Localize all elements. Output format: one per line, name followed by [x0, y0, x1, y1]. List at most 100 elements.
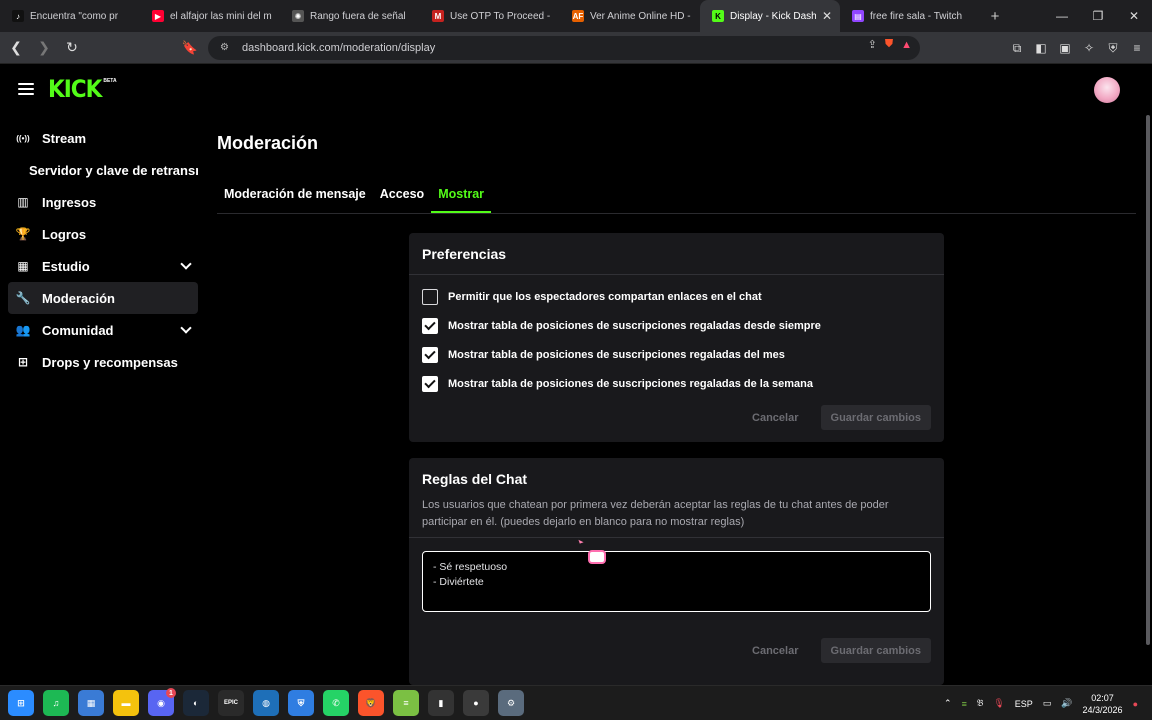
forward-icon[interactable]: ❯: [32, 36, 56, 60]
volume-icon[interactable]: 🔊: [1061, 698, 1072, 709]
tab-search-icon[interactable]: ⧉: [1008, 36, 1026, 60]
notification-badge: 1: [166, 688, 176, 698]
whatsapp-icon[interactable]: ✆: [323, 690, 349, 716]
restore-icon[interactable]: ❐: [1080, 0, 1116, 32]
page-scrollbar[interactable]: [1144, 113, 1152, 653]
file-explorer-icon[interactable]: ▬: [113, 690, 139, 716]
gmail-icon: M: [432, 10, 444, 22]
bluestacks-icon[interactable]: ≡: [393, 690, 419, 716]
browser-tab[interactable]: K Display - Kick Dash ✕: [700, 0, 840, 32]
chat-rules-textarea[interactable]: - Sé respetuoso - Diviértete: [422, 551, 931, 612]
browser-tab[interactable]: ✺ Rango fuera de señal: [280, 0, 420, 32]
epic-games-icon[interactable]: EPIC: [218, 690, 244, 716]
browser-tab[interactable]: M Use OTP To Proceed - b: [420, 0, 560, 32]
address-bar-actions: ⇪ ⛊ ▲: [868, 38, 912, 51]
sidebar-item-stream[interactable]: ((•)) Stream: [8, 122, 198, 154]
sidebar-item-logros[interactable]: 🏆 Logros: [8, 218, 198, 250]
tray-app-icon[interactable]: ≡: [962, 699, 967, 709]
kick-icon: K: [712, 10, 724, 22]
close-tab-icon[interactable]: ✕: [822, 9, 832, 23]
spotify-icon[interactable]: ♫: [43, 690, 69, 716]
discord-icon[interactable]: ◉ 1: [148, 688, 176, 716]
share-icon[interactable]: ⇪: [868, 38, 877, 51]
sidebar-item-comunidad[interactable]: 👥 Comunidad: [8, 314, 198, 346]
save-changes-button[interactable]: Guardar cambios: [820, 405, 931, 430]
tray-chevron-icon[interactable]: ⌃: [944, 698, 952, 709]
app2-icon[interactable]: ▮: [428, 690, 454, 716]
menu-icon[interactable]: ≡: [1128, 36, 1146, 60]
brave-shields-icon[interactable]: ⛊: [885, 38, 893, 51]
network-icon[interactable]: ▭: [1043, 698, 1052, 709]
back-icon[interactable]: ❮: [4, 36, 28, 60]
checkbox[interactable]: [422, 318, 438, 334]
browser-tab[interactable]: ♪ Encuentra "como pr: [0, 0, 140, 32]
trophy-icon: 🏆: [15, 227, 31, 241]
windows-start-icon[interactable]: ⊞: [8, 690, 34, 716]
sidebar-item-label: Moderación: [42, 290, 115, 306]
leo-ai-icon[interactable]: ✧: [1080, 36, 1098, 60]
app-icon[interactable]: ◍: [253, 690, 279, 716]
browser-tab[interactable]: AF Ver Anime Online HD -: [560, 0, 700, 32]
steam-icon[interactable]: ◐: [183, 690, 209, 716]
kick-logo[interactable]: KICK BETA: [48, 77, 117, 101]
preference-option[interactable]: Mostrar tabla de posiciones de suscripci…: [422, 376, 813, 392]
notification-icon[interactable]: ●: [1133, 699, 1138, 709]
save-changes-button[interactable]: Guardar cambios: [820, 638, 931, 663]
checkbox[interactable]: [422, 347, 438, 363]
checkbox[interactable]: [422, 376, 438, 392]
chevron-down-icon[interactable]: [180, 258, 192, 270]
shield-app-icon[interactable]: ⛨: [288, 690, 314, 716]
browser-tab-label: Display - Kick Dash: [730, 10, 816, 22]
cancel-button[interactable]: Cancelar: [740, 639, 810, 663]
user-avatar[interactable]: [1094, 77, 1120, 103]
taskbar-glyph: ≡: [403, 698, 409, 708]
close-window-icon[interactable]: ✕: [1116, 0, 1152, 32]
preference-label: Mostrar tabla de posiciones de suscripci…: [448, 378, 813, 390]
preference-label: Permitir que los espectadores compartan …: [448, 291, 762, 303]
sidebar-item-estudio[interactable]: ▦ Estudio: [8, 250, 198, 282]
brave-icon[interactable]: 🦁: [358, 690, 384, 716]
cancel-button[interactable]: Cancelar: [740, 406, 810, 430]
chevron-down-icon[interactable]: [180, 322, 192, 334]
sidebar-item-label: Logros: [42, 226, 87, 242]
tab-moderación-de-mensaje[interactable]: Moderación de mensaje: [217, 183, 373, 213]
sidebar-item-moderación[interactable]: 🔧 Moderación: [8, 282, 198, 314]
clock[interactable]: 02:07 24/3/2026: [1083, 692, 1123, 716]
preference-option[interactable]: Mostrar tabla de posiciones de suscripci…: [422, 318, 821, 334]
preference-option[interactable]: Permitir que los espectadores compartan …: [422, 289, 762, 305]
tray-bold-icon[interactable]: 𝔅: [977, 698, 984, 709]
scrollbar-thumb[interactable]: [1146, 115, 1150, 645]
preference-option[interactable]: Mostrar tabla de posiciones de suscripci…: [422, 347, 785, 363]
taskbar-glyph: EPIC: [223, 700, 238, 706]
sidebar-item-ingresos[interactable]: ▥ Ingresos: [8, 186, 198, 218]
checkbox[interactable]: [422, 289, 438, 305]
sidebar-item-drops[interactable]: ⊞ Drops y recompensas: [8, 346, 198, 378]
browser-tab[interactable]: ▶ el alfajor las mini del m: [140, 0, 280, 32]
tab-acceso[interactable]: Acceso: [373, 183, 431, 213]
site-info-icon[interactable]: ⚙: [220, 42, 232, 54]
wallet-icon[interactable]: ▣: [1056, 36, 1074, 60]
minimize-icon[interactable]: —: [1044, 0, 1080, 32]
taskbar-glyph: ▦: [86, 697, 96, 708]
new-tab-button[interactable]: +: [980, 8, 1010, 25]
broadcast-icon: ((•)): [16, 133, 30, 143]
community-icon: 👥: [15, 323, 31, 337]
obs-icon[interactable]: ●: [463, 690, 489, 716]
browser-tab[interactable]: ▤ free fire sala - Twitch: [840, 0, 980, 32]
hamburger-menu-icon[interactable]: [18, 83, 34, 95]
bookmark-icon[interactable]: 🔖: [180, 36, 200, 60]
address-bar[interactable]: ⚙ dashboard.kick.com/moderation/display …: [208, 36, 920, 60]
tab-mostrar[interactable]: Mostrar: [431, 183, 492, 213]
system-tray: ⌃ ≡ 𝔅 🎙 ESP ▭ 🔊 02:07 24/3/2026 ●: [944, 686, 1138, 720]
brave-rewards-icon[interactable]: ▲: [901, 39, 912, 51]
sidebar-item-servidor[interactable]: Servidor y clave de retransmisión: [8, 154, 198, 186]
language-indicator[interactable]: ESP: [1015, 699, 1033, 709]
vpn-icon[interactable]: ⛨: [1104, 36, 1122, 60]
reload-icon[interactable]: ↻: [60, 36, 84, 60]
microsoft-store-icon[interactable]: ▦: [78, 690, 104, 716]
windows-taskbar: ⊞ ♫ ▦ ▬ ◉ 1 ◐ EPIC ◍ ⛨ ✆ 🦁 ≡ ▮ ● ⚙ ⌃ ≡ 𝔅 🎙 ESP ▭ 🔊 02:0…: [0, 685, 1152, 720]
settings-icon[interactable]: ⚙: [498, 690, 524, 716]
browser-tab-label: Encuentra "como pr: [30, 10, 119, 22]
sidebar-toggle-icon[interactable]: ◧: [1032, 36, 1050, 60]
microphone-muted-icon[interactable]: 🎙: [993, 698, 1004, 709]
